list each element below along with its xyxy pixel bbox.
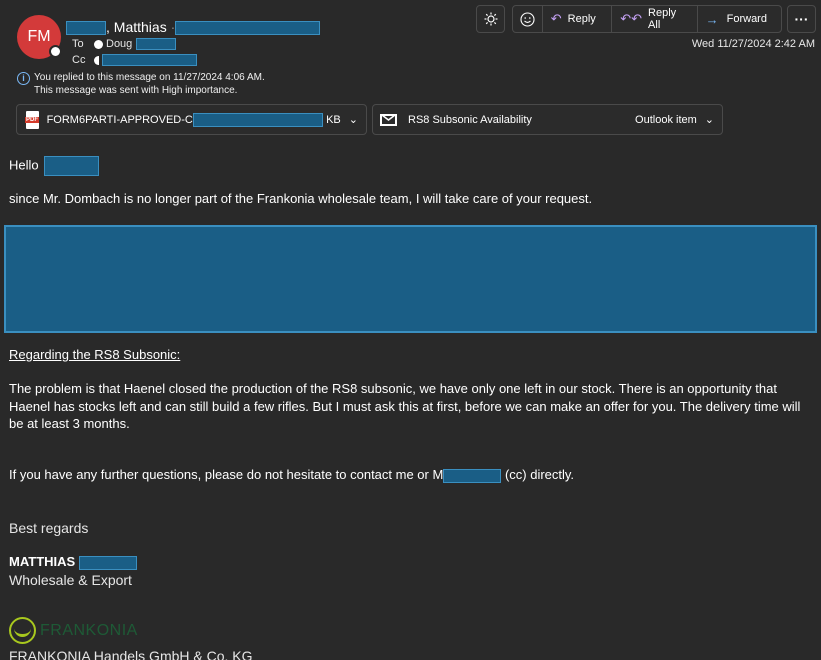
reply-icon: ↶ [550, 11, 562, 26]
message-actions-toolbar: ↶ Reply ↶↶ Reply All → Forward [512, 5, 782, 33]
redacted-block [175, 21, 321, 36]
info-icon: i [17, 72, 30, 85]
closing: Best regards [9, 520, 89, 536]
greeting-text: Hello [9, 157, 39, 173]
redacted-block [192, 112, 324, 127]
attachment-type: Outlook item [635, 113, 697, 126]
reply-all-button[interactable]: ↶↶ Reply All [612, 6, 698, 32]
cc-recipients: Cc [72, 54, 197, 66]
reply-all-icon: ↶↶ [620, 11, 643, 26]
redacted-block [4, 225, 817, 333]
logo-text: FRANKONIA [40, 621, 138, 639]
attachment-name: RS8 Subsonic Availability [408, 113, 532, 126]
to-label: To [72, 38, 84, 50]
frankonia-logo-icon [9, 617, 36, 644]
greeting: Hello [9, 156, 100, 176]
more-actions-button[interactable]: ··· [787, 5, 816, 33]
redacted-block [78, 555, 137, 570]
signature-role: Wholesale & Export [9, 572, 132, 588]
attachment-outlook-item[interactable]: RS8 Subsonic Availability Outlook item ⌄ [372, 104, 723, 135]
redacted-block [443, 468, 502, 483]
presence-status-icon [49, 45, 62, 58]
forward-icon: → [705, 11, 719, 27]
attachment-size: KB [326, 113, 341, 126]
importance-notice: This message was sent with High importan… [34, 85, 238, 96]
message-info-bar: i You replied to this message on 11/27/2… [17, 71, 265, 97]
attachment-name: FORM6PARTI-APPROVED-C [46, 113, 193, 126]
reply-button[interactable]: ↶ Reply [543, 6, 613, 32]
cc-label: Cc [72, 54, 86, 66]
react-button[interactable] [513, 6, 543, 32]
message-date: Wed 11/27/2024 2:42 AM [691, 38, 815, 50]
pdf-file-icon: PDF [25, 110, 39, 129]
emoji-icon [520, 11, 535, 27]
signature-name-text: MATTHIAS [9, 554, 76, 569]
chevron-down-icon[interactable]: ⌄ [349, 113, 358, 126]
frankonia-logo: FRANKONIA [9, 617, 138, 644]
sender-name-text: , Matthias [106, 19, 167, 35]
more-icon: ··· [794, 11, 809, 27]
problem-paragraph: The problem is that Haenel closed the pr… [9, 381, 801, 431]
mail-icon [380, 113, 397, 126]
questions-suffix: (cc) directly. [504, 467, 575, 482]
avatar-initials: FM [27, 28, 51, 45]
reply-all-label: Reply All [648, 7, 677, 31]
redacted-block [44, 156, 100, 176]
company-name: FRANKONIA Handels GmbH & Co. KG [9, 648, 253, 660]
chevron-down-icon[interactable]: ⌄ [705, 113, 714, 126]
to-recipients: To Doug [72, 38, 177, 50]
forward-label: Forward [726, 13, 767, 25]
signature-name: MATTHIAS [9, 554, 137, 570]
presence-dot-icon [94, 39, 103, 49]
questions-text: If you have any further questions, pleas… [9, 467, 444, 482]
intro-paragraph: since Mr. Dombach is no longer part of t… [9, 191, 593, 206]
redacted-block[interactable] [102, 54, 197, 66]
reply-label: Reply [567, 13, 596, 25]
sender-name[interactable]: , Matthias · [66, 19, 321, 36]
attachment-pdf[interactable]: PDF FORM6PARTI-APPROVED-C KB ⌄ [16, 104, 367, 135]
questions-paragraph: If you have any further questions, pleas… [9, 467, 574, 483]
presence-dot-icon [94, 55, 99, 65]
redacted-block [136, 38, 177, 50]
sun-icon [484, 12, 497, 26]
replied-notice: You replied to this message on 11/27/202… [34, 72, 265, 83]
forward-button[interactable]: → Forward [698, 6, 781, 32]
section-heading: Regarding the RS8 Subsonic: [9, 347, 181, 362]
recipient-doug[interactable]: Doug [106, 38, 132, 50]
theme-toggle-button[interactable] [476, 5, 505, 33]
redacted-block [66, 21, 106, 36]
